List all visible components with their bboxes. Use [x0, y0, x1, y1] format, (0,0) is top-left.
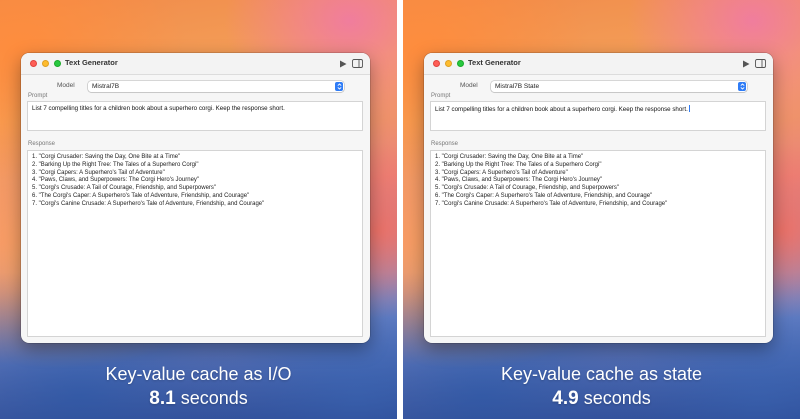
prompt-text: List 7 compelling titles for a children … [435, 106, 688, 113]
close-window-button[interactable] [433, 60, 440, 67]
traffic-lights [433, 60, 464, 67]
traffic-lights [30, 60, 61, 67]
prompt-label: Prompt [28, 93, 48, 99]
play-icon[interactable] [339, 60, 347, 68]
text-generator-window: Text Generator Model Mistral7B Prompt Li… [21, 53, 370, 343]
minimize-window-button[interactable] [445, 60, 452, 67]
chevron-updown-icon [335, 82, 343, 91]
response-line: 2. "Barking Up the Right Tree: The Tales… [32, 161, 199, 168]
response-line: 4. "Paws, Claws, and Superpowers: The Co… [435, 177, 603, 184]
prompt-label: Prompt [431, 93, 451, 99]
response-line: 7. "Corgi's Canine Crusade: A Superhero'… [32, 200, 265, 207]
sidebar-toggle-icon[interactable] [755, 59, 766, 68]
time-unit: seconds [583, 388, 651, 408]
response-output[interactable]: 1. "Corgi Crusader: Saving the Day, One … [430, 150, 766, 337]
caption-title: Key-value cache as state [500, 364, 703, 384]
caption-time: 4.9 seconds [403, 388, 800, 410]
caption-title: Key-value cache as I/O [105, 364, 292, 384]
model-label: Model [460, 82, 478, 89]
response-line: 6. "The Corgi's Caper: A Superhero's Tal… [435, 192, 653, 199]
response-line: 5. "Corgi's Crusade: A Tail of Courage, … [435, 185, 620, 192]
text-generator-window: Text Generator Model Mistral7B State Pro… [424, 53, 773, 343]
response-line: 2. "Barking Up the Right Tree: The Tales… [435, 161, 602, 168]
prompt-text: List 7 compelling titles for a children … [32, 105, 285, 112]
response-label: Response [431, 141, 459, 147]
zoom-window-button[interactable] [457, 60, 464, 67]
prompt-input[interactable]: List 7 compelling titles for a children … [27, 101, 363, 131]
response-line: 5. "Corgi's Crusade: A Tail of Courage, … [32, 185, 217, 192]
title-bar: Text Generator [424, 53, 773, 75]
response-output[interactable]: 1. "Corgi Crusader: Saving the Day, One … [27, 150, 363, 337]
window-title: Text Generator [65, 58, 118, 67]
zoom-window-button[interactable] [54, 60, 61, 67]
right-panel: Text Generator Model Mistral7B State Pro… [403, 0, 800, 419]
response-line: 6. "The Corgi's Caper: A Superhero's Tal… [32, 192, 250, 199]
model-label: Model [57, 82, 75, 89]
play-icon[interactable] [742, 60, 750, 68]
window-title: Text Generator [468, 58, 521, 67]
close-window-button[interactable] [30, 60, 37, 67]
title-bar: Text Generator [21, 53, 370, 75]
chevron-updown-icon [738, 82, 746, 91]
minimize-window-button[interactable] [42, 60, 49, 67]
time-unit: seconds [180, 388, 248, 408]
response-line: 1. "Corgi Crusader: Saving the Day, One … [32, 154, 181, 160]
response-line: 4. "Paws, Claws, and Superpowers: The Co… [32, 177, 200, 184]
sidebar-toggle-icon[interactable] [352, 59, 363, 68]
prompt-input[interactable]: List 7 compelling titles for a children … [430, 101, 766, 131]
caption-time: 8.1 seconds [0, 388, 397, 410]
time-value: 4.9 [552, 388, 579, 409]
response-label: Response [28, 141, 56, 147]
model-select[interactable]: Mistral7B State [491, 81, 747, 92]
response-line: 3. "Corgi Capers: A Superhero's Tail of … [32, 169, 165, 176]
time-value: 8.1 [149, 388, 176, 409]
model-select-value: Mistral7B [92, 83, 120, 90]
response-line: 3. "Corgi Capers: A Superhero's Tail of … [435, 169, 568, 176]
model-select-value: Mistral7B State [495, 83, 540, 90]
model-row: Model Mistral7B [21, 81, 370, 93]
response-line: 1. "Corgi Crusader: Saving the Day, One … [435, 154, 584, 160]
text-caret [688, 105, 690, 112]
response-line: 7. "Corgi's Canine Crusade: A Superhero'… [435, 200, 668, 207]
model-row: Model Mistral7B State [424, 81, 773, 93]
model-select[interactable]: Mistral7B [88, 81, 344, 92]
left-panel: Text Generator Model Mistral7B Prompt Li… [0, 0, 397, 419]
